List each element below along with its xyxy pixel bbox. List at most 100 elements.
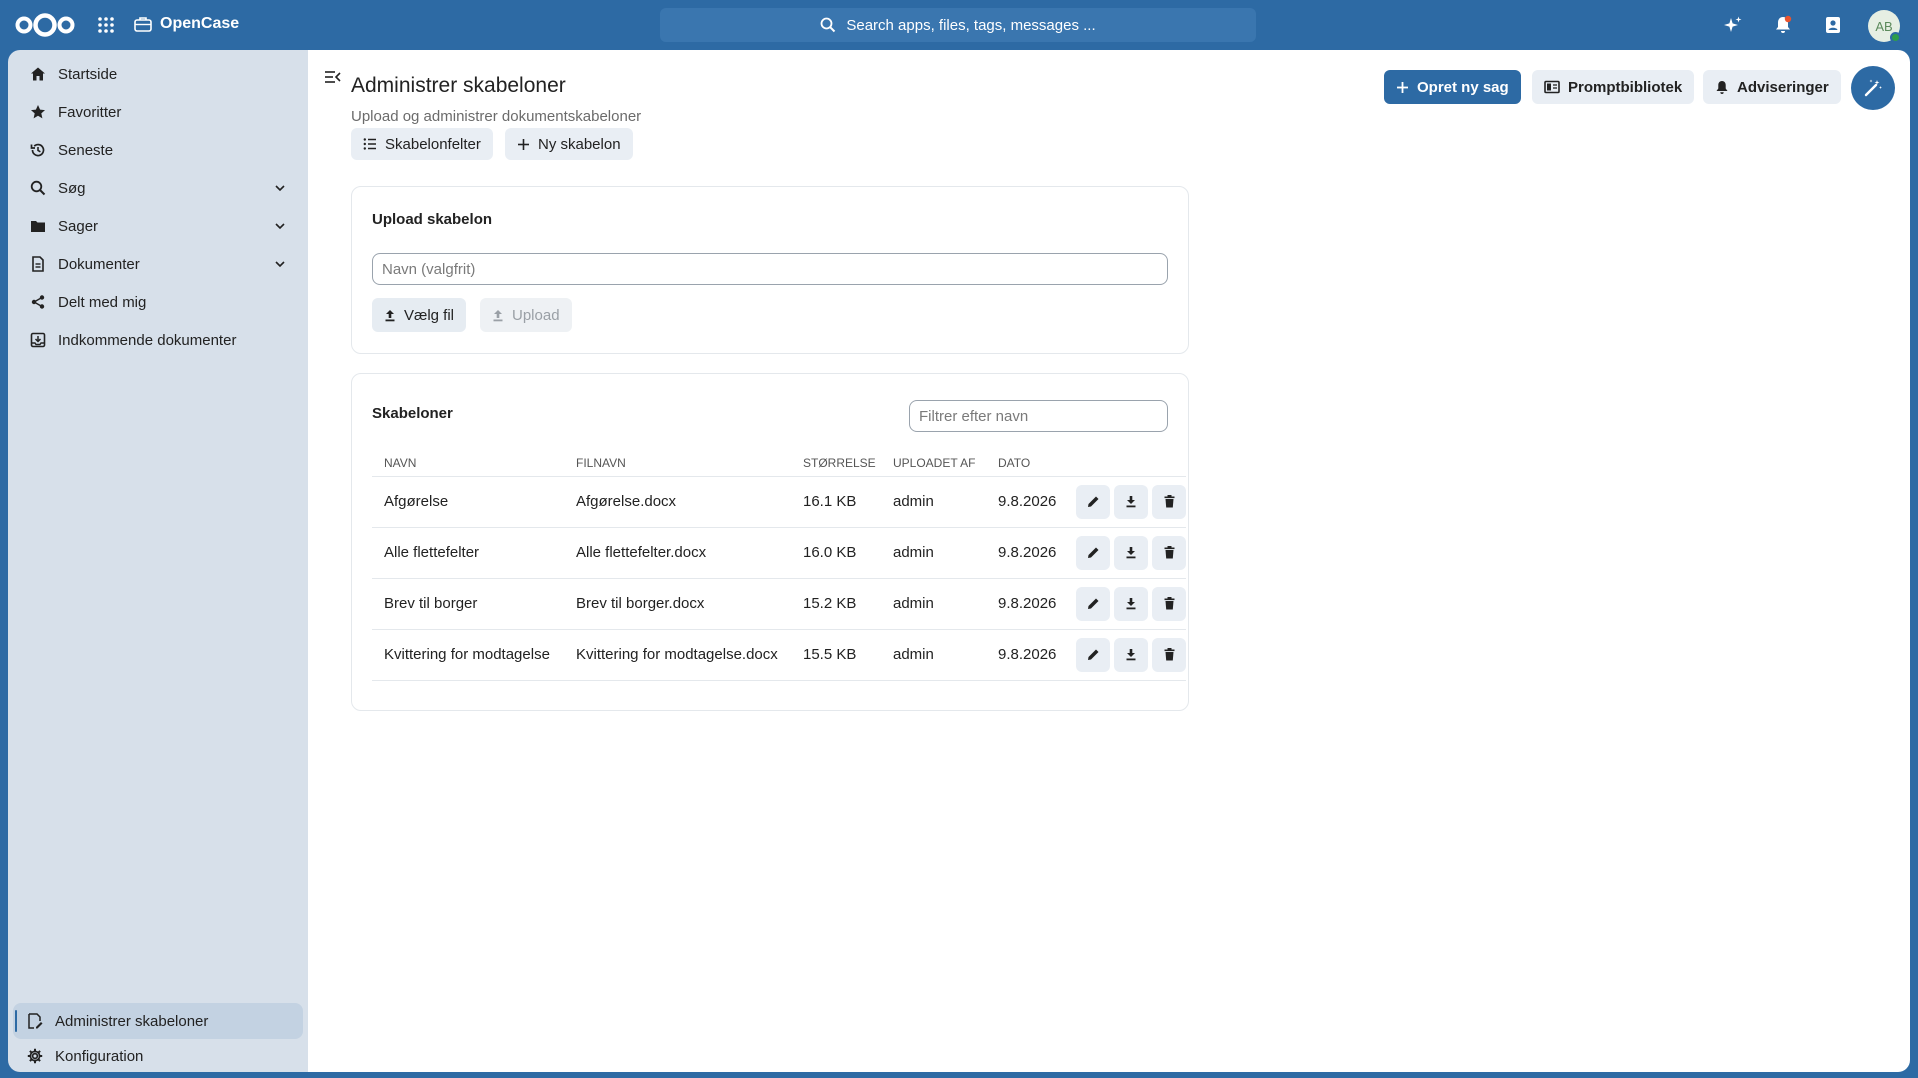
column-header-filename[interactable]: Filnavn	[564, 450, 791, 477]
new-template-button[interactable]: Ny skabelon	[505, 128, 633, 160]
column-header-date[interactable]: Dato	[986, 450, 1064, 477]
table-row: Kvittering for modtagelse Kvittering for…	[372, 629, 1186, 681]
pencil-icon	[1087, 649, 1098, 660]
sidebar-item-sager[interactable]: Sager	[16, 208, 300, 244]
template-uploaded-by: admin	[881, 629, 986, 681]
template-filename: Afgørelse.docx	[564, 476, 791, 528]
magic-wand-icon	[1864, 79, 1882, 97]
button-label: Vælg fil	[404, 306, 455, 324]
sidebar-item-administrer-skabeloner[interactable]: Administrer skabeloner	[13, 1003, 303, 1039]
template-filename: Brev til borger.docx	[564, 578, 791, 630]
nextcloud-logo-icon[interactable]	[14, 12, 76, 38]
sidebar-item-sog[interactable]: Søg	[16, 170, 300, 206]
column-header-uploaded-by[interactable]: Uploadet af	[881, 450, 986, 477]
trash-icon	[1164, 546, 1174, 559]
column-header-name[interactable]: Navn	[372, 450, 564, 477]
download-button[interactable]	[1114, 637, 1148, 672]
button-label: Adviseringer	[1737, 78, 1829, 96]
edit-button[interactable]	[1076, 484, 1110, 519]
download-icon	[1126, 598, 1136, 610]
edit-button[interactable]	[1076, 535, 1110, 570]
templates-card: Skabeloner Navn Filnavn Størrelse Upload…	[351, 373, 1189, 711]
sidebar-item-label: Indkommende dokumenter	[58, 331, 237, 349]
delete-button[interactable]	[1152, 535, 1186, 570]
choose-file-button[interactable]: Vælg fil	[372, 298, 467, 332]
online-status-indicator	[1890, 32, 1901, 43]
delete-button[interactable]	[1152, 484, 1186, 519]
chevron-down-icon[interactable]	[274, 258, 286, 270]
download-button[interactable]	[1114, 484, 1148, 519]
edit-button[interactable]	[1076, 586, 1110, 621]
sidebar-item-startside[interactable]: Startside	[16, 56, 300, 92]
pencil-icon	[1087, 496, 1098, 507]
template-size: 15.5 KB	[791, 629, 881, 681]
app-grid-icon[interactable]	[96, 15, 116, 35]
delete-button[interactable]	[1152, 637, 1186, 672]
download-icon	[1126, 649, 1136, 661]
history-icon	[30, 143, 45, 157]
prompt-library-button[interactable]: Promptbibliotek	[1532, 70, 1695, 104]
sidebar-item-dokumenter[interactable]: Dokumenter	[16, 246, 300, 282]
search-icon	[30, 180, 46, 196]
document-icon	[32, 256, 44, 272]
assistant-sparkle-icon[interactable]	[1723, 15, 1743, 35]
delete-button[interactable]	[1152, 586, 1186, 621]
global-search-bar[interactable]: Search apps, files, tags, messages ...	[660, 8, 1256, 42]
template-filename: Kvittering for modtagelse.docx	[564, 629, 791, 681]
column-header-size[interactable]: Størrelse	[791, 450, 881, 477]
bell-icon	[1716, 80, 1728, 94]
user-avatar[interactable]: AB	[1868, 10, 1901, 43]
table-row: Alle flettefelter Alle flettefelter.docx…	[372, 527, 1186, 579]
template-uploaded-by: admin	[881, 476, 986, 528]
upload-card-title: Upload skabelon	[372, 211, 493, 228]
search-placeholder: Search apps, files, tags, messages ...	[846, 16, 1096, 34]
notifications-button[interactable]: Adviseringer	[1703, 70, 1841, 104]
trash-icon	[1164, 597, 1174, 610]
template-name: Brev til borger	[372, 578, 564, 630]
edit-button[interactable]	[1076, 637, 1110, 672]
sidebar-item-seneste[interactable]: Seneste	[16, 132, 300, 168]
create-case-button[interactable]: Opret ny sag	[1384, 70, 1521, 104]
sidebar-item-label: Seneste	[58, 141, 114, 159]
sidebar-item-konfiguration[interactable]: Konfiguration	[13, 1038, 303, 1074]
avatar-initials: AB	[1875, 18, 1893, 34]
contacts-icon[interactable]	[1823, 15, 1843, 35]
sidebar-item-favoritter[interactable]: Favoritter	[16, 94, 300, 130]
app-navigation: Startside Favoritter Seneste Søg Sager D…	[8, 50, 308, 1072]
template-name-input[interactable]	[372, 253, 1168, 285]
template-fields-button[interactable]: Skabelonfelter	[351, 128, 493, 160]
star-icon	[31, 105, 45, 119]
download-button[interactable]	[1114, 535, 1148, 570]
toggle-navigation-icon[interactable]	[324, 68, 342, 86]
upload-template-card: Upload skabelon Vælg fil Upload	[351, 186, 1189, 354]
chevron-down-icon[interactable]	[274, 182, 286, 194]
assistant-button[interactable]	[1851, 66, 1895, 110]
upload-button[interactable]: Upload	[480, 298, 572, 332]
plus-icon	[518, 138, 529, 150]
filter-by-name-input[interactable]	[909, 400, 1168, 432]
inbox-icon	[30, 332, 46, 348]
page-title: Administrer skabeloner	[351, 74, 566, 97]
template-date: 9.8.2026	[986, 527, 1064, 579]
template-size: 15.2 KB	[791, 578, 881, 630]
button-label: Opret ny sag	[1417, 78, 1509, 96]
main-content: Administrer skabeloner Upload og adminis…	[308, 50, 1910, 1072]
button-label: Promptbibliotek	[1568, 78, 1683, 96]
template-date: 9.8.2026	[986, 629, 1064, 681]
app-name-link[interactable]: OpenCase	[134, 15, 239, 33]
template-date: 9.8.2026	[986, 476, 1064, 528]
chevron-down-icon[interactable]	[274, 220, 286, 232]
share-icon	[31, 295, 45, 309]
sidebar-item-label: Favoritter	[58, 103, 122, 121]
plus-icon	[1397, 81, 1408, 93]
sidebar-item-delt-med-mig[interactable]: Delt med mig	[16, 284, 300, 320]
button-label: Upload	[512, 306, 560, 324]
template-uploaded-by: admin	[881, 578, 986, 630]
sidebar-item-label: Sager	[58, 217, 99, 235]
list-icon	[363, 138, 376, 150]
notifications-bell-icon[interactable]	[1773, 15, 1793, 35]
folder-icon	[31, 221, 45, 232]
sidebar-item-indkommende-dokumenter[interactable]: Indkommende dokumenter	[16, 322, 300, 358]
pencil-icon	[1087, 598, 1098, 609]
download-button[interactable]	[1114, 586, 1148, 621]
